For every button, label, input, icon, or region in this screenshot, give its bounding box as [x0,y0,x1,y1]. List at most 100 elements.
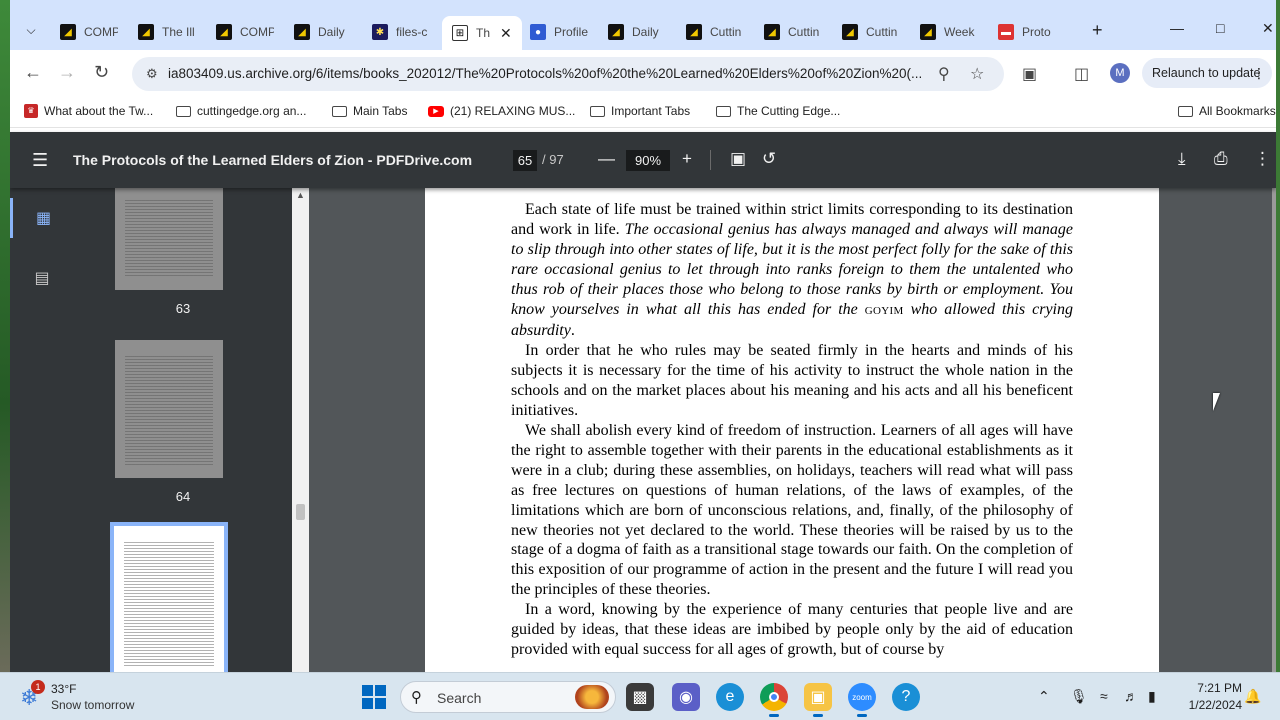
bookmark-star-icon[interactable]: ☆ [970,64,984,84]
page-total: / 97 [542,152,564,167]
close-window-icon[interactable]: ✕ [1262,20,1274,37]
bookmark-item[interactable]: The Cutting Edge... [716,104,840,118]
maximize-icon[interactable]: □ [1216,20,1224,36]
new-tab-plus-icon[interactable]: + [1092,20,1103,41]
reload-icon[interactable]: ↻ [94,62,109,83]
page-paragraph: In order that he who rules may be seated… [511,341,1073,421]
paragraph-text-run: We shall abolish every kind of freedom o… [511,421,1073,599]
clock-date[interactable]: 1/22/2024 [1180,698,1242,712]
relaunch-label: Relaunch to update [1152,66,1261,80]
kebab-menu-icon[interactable]: ⋮ [1252,58,1266,88]
tab-3[interactable]: ◢ Daily [284,18,362,46]
zoom-out-minus-icon[interactable]: — [598,149,615,169]
page-thumbnail[interactable] [115,188,223,290]
clock-time[interactable]: 7:21 PM [1192,681,1242,695]
site-info-icon[interactable]: ⚙ [146,66,158,82]
all-bookmarks-label: All Bookmarks [1199,104,1276,118]
weather-temperature[interactable]: 33°F [51,682,76,696]
scroll-up-icon[interactable]: ▲ [296,190,305,200]
tab-label: Th [476,26,491,40]
start-tile [375,698,386,709]
zoom-in-plus-icon[interactable]: + [682,149,692,169]
volume-icon[interactable]: ♬ [1124,688,1138,704]
address-bar[interactable]: ⚙ ia803409.us.archive.org/6/items/books_… [132,57,1004,91]
bookmark-item[interactable]: Main Tabs [332,104,407,118]
chrome-icon[interactable] [760,683,788,717]
tab-10[interactable]: ◢ Cuttin [832,18,910,46]
minimize-icon[interactable]: — [1170,20,1184,36]
tab-4[interactable]: ✱ files-c [362,18,440,46]
more-actions-icon[interactable]: ⋮ [1254,149,1271,169]
tab-11[interactable]: ◢ Week [910,18,988,46]
url-text[interactable]: ia803409.us.archive.org/6/items/books_20… [168,66,924,81]
internet-archive-favicon-icon: ⊞ [452,25,468,41]
tab-label: Profile [554,25,588,39]
microphone-icon[interactable]: 🎙 [1070,688,1088,705]
bookmark-item[interactable]: cuttingedge.org an... [176,104,306,118]
back-arrow-icon[interactable]: ← [24,62,42,83]
page-paragraph: Each state of life must be trained withi… [511,200,1073,341]
chevron-up-icon[interactable]: ⌃ [1038,688,1050,705]
menu-hamburger-icon[interactable]: ☰ [32,150,48,171]
side-panel-icon[interactable]: ◫ [1074,64,1089,84]
outline-view-icon[interactable]: ▤ [10,258,74,298]
bookmark-item[interactable]: ♛ What about the Tw... [24,104,153,118]
tab-7[interactable]: ◢ Daily [598,18,676,46]
bookmark-label: Important Tabs [611,104,691,118]
tab-active[interactable]: ⊞ Th ✕ [442,16,522,50]
file-icon[interactable]: ▩ [626,683,654,711]
tab-1[interactable]: ◢ The Ill [128,18,206,46]
scrollbar-thumb[interactable] [296,504,305,520]
tab-0[interactable]: ◢ COMP [50,18,128,46]
extensions-puzzle-icon[interactable]: ▣ [1022,64,1037,84]
fit-to-page-icon[interactable]: ▣ [730,149,746,169]
tab-2[interactable]: ◢ COMP [206,18,284,46]
tab-label: COMP [240,25,274,39]
weather-description[interactable]: Snow tomorrow [51,698,134,712]
taskbar-search[interactable]: ⚲ Search [400,681,616,713]
download-icon[interactable]: ⤓ [1178,149,1186,169]
zoom-level-input[interactable]: 90% [626,150,670,171]
tab-search-chevron-icon[interactable]: ⌵ [20,18,42,42]
bookmark-item[interactable]: ▶ (21) RELAXING MUS... [428,104,575,118]
toolbar-divider [710,150,711,170]
windows-start-icon[interactable] [362,685,386,709]
relaunch-button[interactable]: Relaunch to update ⋮ [1142,58,1272,88]
bookmark-label: Main Tabs [353,104,408,118]
paragraph-text-run: GOYIM [864,304,904,317]
rotate-icon[interactable]: ↺ [762,149,776,169]
bookmark-label: What about the Tw... [44,104,154,118]
page-thumbnail-current[interactable] [110,522,228,672]
pdf-sidebar-rail: ▦ ▤ [10,188,74,672]
protocols-favicon-icon: ▬ [998,24,1014,40]
tab-8[interactable]: ◢ Cuttin [676,18,754,46]
notification-bell-icon[interactable]: 🔔 [1244,688,1261,705]
tab-close-icon[interactable]: ✕ [500,25,512,42]
explorer-icon[interactable]: ▣ [804,683,832,717]
help-icon[interactable]: ? [892,683,920,711]
tab-6[interactable]: ● Profile [520,18,598,46]
battery-icon[interactable]: ▮ [1148,688,1156,705]
profile-avatar[interactable]: M [1110,63,1130,83]
edge-icon[interactable]: e [716,683,744,711]
start-tile [362,698,373,709]
all-bookmarks[interactable]: All Bookmarks [1178,104,1276,118]
viewer-scrollbar[interactable] [1272,188,1276,672]
pdf-page: Each state of life must be trained withi… [425,188,1159,672]
zoom-icon[interactable]: zoom [848,683,876,717]
print-icon[interactable]: ⎙ [1214,149,1228,169]
thumbnail-scrollbar[interactable]: ▲ [292,188,309,672]
zoom-magnifier-icon[interactable]: ⚲ [938,64,950,84]
bookmark-item[interactable]: Important Tabs [590,104,690,118]
page-thumbnail[interactable] [115,340,223,478]
meet-icon[interactable]: ◉ [672,683,700,711]
tab-label: Week [944,25,975,39]
forward-arrow-icon[interactable]: → [58,62,76,83]
pdf-viewer[interactable]: Each state of life must be trained withi… [309,188,1276,672]
tab-9[interactable]: ◢ Cuttin [754,18,832,46]
wifi-icon[interactable]: ≈ [1100,688,1108,704]
bookmarks-bar: ♛ What about the Tw... cuttingedge.org a… [10,96,1276,128]
tab-12[interactable]: ▬ Proto [988,18,1066,46]
page-number-input[interactable]: 65 [513,150,537,171]
thumbnails-view-icon[interactable]: ▦ [10,198,74,238]
